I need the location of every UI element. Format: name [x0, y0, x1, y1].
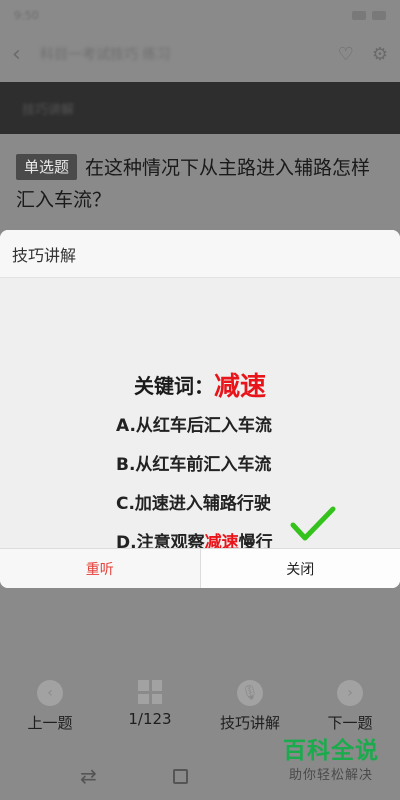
recent-apps-icon[interactable]	[172, 768, 188, 784]
settings-icon[interactable]: ⚙	[372, 44, 388, 65]
keyword-line: 关键词：减速	[0, 366, 400, 403]
status-bar: 9:50	[0, 0, 400, 30]
option-b: B.从红车前汇入车流	[116, 454, 272, 475]
explain-modal: 技巧讲解 关键词：减速 A.从红车后汇入车流 B.从红车前汇入车流 C.加速进入…	[0, 230, 400, 588]
watermark-logo: 百科全说 助你轻松解决	[270, 736, 392, 794]
modal-title: 技巧讲解	[0, 230, 400, 278]
modal-footer: 重听 关闭	[0, 548, 400, 588]
keyword-value: 减速	[213, 372, 266, 402]
question: 单选题 在这种情况下从主路进入辅路怎样汇入车流？	[16, 152, 386, 216]
dark-band-text: 技巧讲解	[22, 102, 75, 118]
check-icon	[290, 506, 336, 541]
status-icons	[352, 10, 386, 20]
chevron-left-icon: ‹	[37, 680, 63, 706]
replay-button[interactable]: 重听	[0, 549, 201, 588]
switch-icon[interactable]: ⇄	[80, 764, 97, 788]
battery-icon	[372, 10, 386, 20]
next-question-button[interactable]: › 下一题	[300, 680, 400, 744]
option-c: C.加速进入辅路行驶	[116, 493, 271, 514]
dark-band: 技巧讲解	[0, 82, 400, 134]
prev-question-label: 上一题	[27, 714, 73, 732]
grid-icon	[138, 680, 162, 704]
next-question-label: 下一题	[327, 714, 373, 732]
bottom-nav: ‹ 上一题 1/123 🎙 技巧讲解 › 下一题	[0, 680, 400, 744]
explain-button[interactable]: 🎙 技巧讲解	[200, 680, 300, 744]
watermark-sub: 助你轻松解决	[288, 768, 373, 783]
header-title: 科目一考试技巧 练习	[40, 47, 171, 63]
favorite-icon[interactable]: ♡	[338, 44, 354, 65]
back-arrow-icon[interactable]: ‹	[12, 42, 40, 67]
question-counter-button[interactable]: 1/123	[100, 680, 200, 744]
watermark-main: 百科全说	[283, 738, 379, 764]
microphone-icon: 🎙	[237, 680, 263, 706]
keyword-label: 关键词：	[133, 374, 214, 398]
modal-body: 关键词：减速 A.从红车后汇入车流 B.从红车前汇入车流 C.加速进入辅路行驶 …	[0, 278, 400, 553]
answer-options: A.从红车后汇入车流 B.从红车前汇入车流 C.加速进入辅路行驶 D.注意观察减…	[116, 406, 273, 562]
question-type-badge: 单选题	[16, 154, 78, 180]
option-a: A.从红车后汇入车流	[116, 415, 272, 436]
close-button[interactable]: 关闭	[200, 549, 400, 588]
chevron-right-icon: ›	[337, 680, 363, 706]
app-header: ‹ 科目一考试技巧 练习 ♡ ⚙	[0, 30, 400, 78]
signal-icon	[352, 10, 366, 20]
question-counter: 1/123	[128, 710, 172, 728]
status-time: 9:50	[14, 8, 39, 22]
explain-label: 技巧讲解	[219, 714, 280, 732]
prev-question-button[interactable]: ‹ 上一题	[0, 680, 100, 744]
